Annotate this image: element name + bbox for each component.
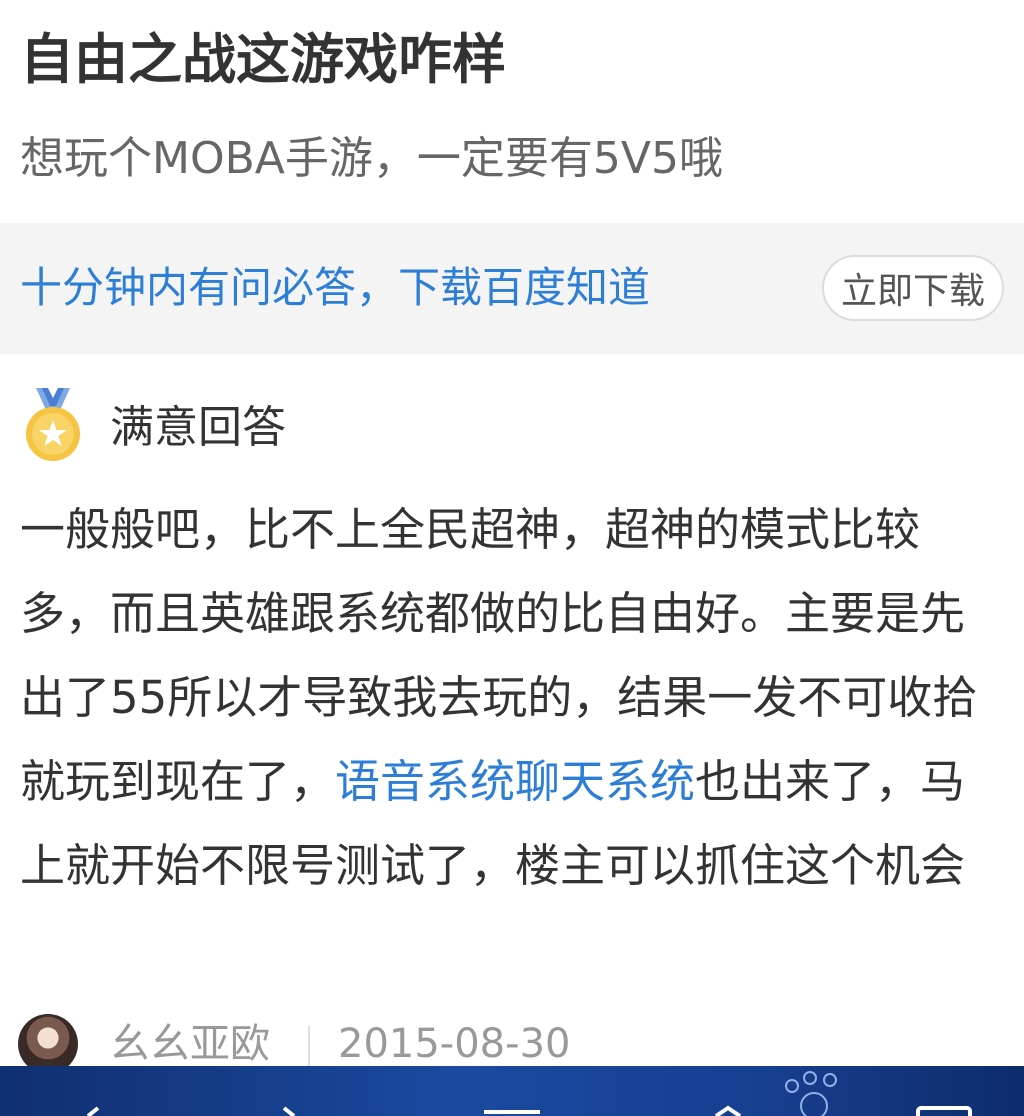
author-name[interactable]: 幺幺亚欧 (110, 1016, 270, 1072)
satisfied-answer-label: 满意回答 (110, 402, 286, 453)
download-banner[interactable]: 十分钟内有问必答，下载百度知道 立即下载 (0, 223, 1024, 354)
answer-body: 一般般吧，比不上全民超神，超神的模式比较多，而且英雄跟系统都做的比自由好。主要是… (20, 488, 1004, 908)
question-title: 自由之战这游戏咋样 (20, 28, 506, 91)
download-button[interactable]: 立即下载 (822, 255, 1004, 321)
answer-date: 2015-08-30 (338, 1021, 571, 1067)
tabs-icon[interactable] (914, 1066, 974, 1116)
browser-bottom-bar (0, 1066, 1024, 1116)
question-description: 想玩个MOBA手游，一定要有5V5哦 (20, 133, 723, 184)
home-icon[interactable] (698, 1066, 758, 1116)
avatar[interactable] (18, 1014, 78, 1074)
answer-inline-link[interactable]: 语音系统聊天系统 (335, 755, 695, 808)
menu-icon[interactable] (482, 1066, 542, 1116)
forward-icon[interactable] (262, 1066, 322, 1116)
meta-divider (308, 1026, 310, 1066)
back-icon[interactable] (60, 1066, 120, 1116)
medal-icon (26, 388, 80, 461)
banner-text[interactable]: 十分钟内有问必答，下载百度知道 (20, 257, 650, 319)
paw-decoration-icon (785, 1071, 837, 1116)
